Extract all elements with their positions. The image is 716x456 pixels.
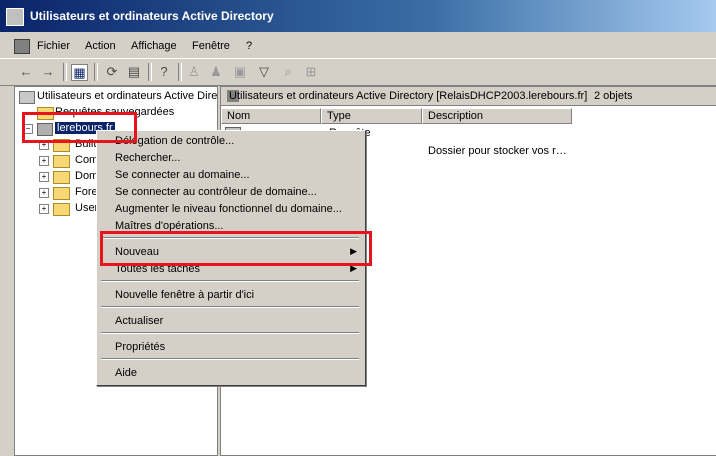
column-header-type[interactable]: Type <box>321 108 422 124</box>
menu-fichier[interactable]: Fichier <box>37 40 70 52</box>
column-header-description[interactable]: Description <box>422 108 572 124</box>
menu-separator <box>101 280 359 282</box>
export-list-icon[interactable]: ▤ <box>126 64 142 80</box>
menu-item-aide[interactable]: Aide <box>115 367 137 379</box>
menu-item-connect-domain[interactable]: Se connecter au domaine... <box>115 169 250 181</box>
menu-fenetre[interactable]: Fenêtre <box>192 40 230 52</box>
row-description: Dossier pour stocker vos r… <box>428 145 567 157</box>
tree-child-label: Dom <box>75 170 99 182</box>
toolbar-separator <box>94 63 98 81</box>
folder-icon <box>53 187 70 200</box>
new-group-icon[interactable]: ♟ <box>208 64 224 80</box>
menu-help[interactable]: ? <box>246 40 252 52</box>
toolbar-separator <box>148 63 152 81</box>
menu-separator <box>101 358 359 360</box>
highlight-nouveau <box>100 231 372 266</box>
expand-icon[interactable]: + <box>39 172 49 182</box>
ou-folder-icon <box>53 171 70 184</box>
window-title: Utilisateurs et ordinateurs Active Direc… <box>30 9 274 23</box>
filter-icon[interactable]: ▽ <box>256 64 272 80</box>
expand-icon[interactable]: + <box>39 204 49 214</box>
tree-child-label: User <box>75 202 99 214</box>
menu-item-new-window[interactable]: Nouvelle fenêtre à partir d'ici <box>115 289 254 301</box>
app-icon <box>6 8 24 26</box>
help-icon[interactable]: ? <box>156 64 172 80</box>
tree-child-label: Com <box>75 154 99 166</box>
new-user-icon[interactable]: ♙ <box>186 64 202 80</box>
folder-icon <box>53 203 70 216</box>
console-tree-icon[interactable]: ▦ <box>71 64 88 81</box>
menu-item-raise-level[interactable]: Augmenter le niveau fonctionnel du domai… <box>115 203 342 215</box>
toolbar-separator <box>178 63 182 81</box>
back-arrow-icon[interactable]: ← <box>18 64 34 80</box>
add-to-group-icon[interactable]: ⊞ <box>303 64 319 80</box>
forward-arrow-icon[interactable]: → <box>40 64 56 80</box>
refresh-icon[interactable]: ⟳ <box>104 64 120 80</box>
menu-separator <box>101 332 359 334</box>
menu-affichage[interactable]: Affichage <box>131 40 177 52</box>
expand-icon[interactable]: + <box>39 156 49 166</box>
ad-root-icon <box>19 91 35 104</box>
menu-item-actualiser[interactable]: Actualiser <box>115 315 163 327</box>
menu-separator <box>101 306 359 308</box>
find-icon[interactable]: ⌕ <box>280 64 296 80</box>
toolbar: ← → ▦ ⟳ ▤ ? ♙ ♟ ▣ ▽ ⌕ ⊞ <box>0 58 716 86</box>
folder-icon <box>53 155 70 168</box>
details-header-title: Utilisateurs et ordinateurs Active Direc… <box>229 90 588 102</box>
menu-action[interactable]: Action <box>85 40 116 52</box>
title-bar: Utilisateurs et ordinateurs Active Direc… <box>0 0 716 32</box>
toolbar-separator <box>63 63 67 81</box>
object-count: 2 objets <box>594 90 633 102</box>
menu-bar: Fichier Action Affichage Fenêtre ? <box>0 36 716 56</box>
new-ou-icon[interactable]: ▣ <box>232 64 248 80</box>
menu-item-proprietes[interactable]: Propriétés <box>115 341 165 353</box>
tree-root-label: Utilisateurs et ordinateurs Active Dire <box>37 90 218 102</box>
tree-child-label: Fore <box>75 186 98 198</box>
highlight-domain <box>22 112 137 143</box>
menu-item-connect-dc[interactable]: Se connecter au contrôleur de domaine... <box>115 186 317 198</box>
menu-item-rechercher[interactable]: Rechercher... <box>115 152 180 164</box>
column-header-name[interactable]: Nom <box>221 108 321 124</box>
expand-icon[interactable]: + <box>39 188 49 198</box>
details-header: Utilisateurs et ordinateurs Active Direc… <box>221 87 716 106</box>
console-menu-icon[interactable] <box>14 39 30 54</box>
